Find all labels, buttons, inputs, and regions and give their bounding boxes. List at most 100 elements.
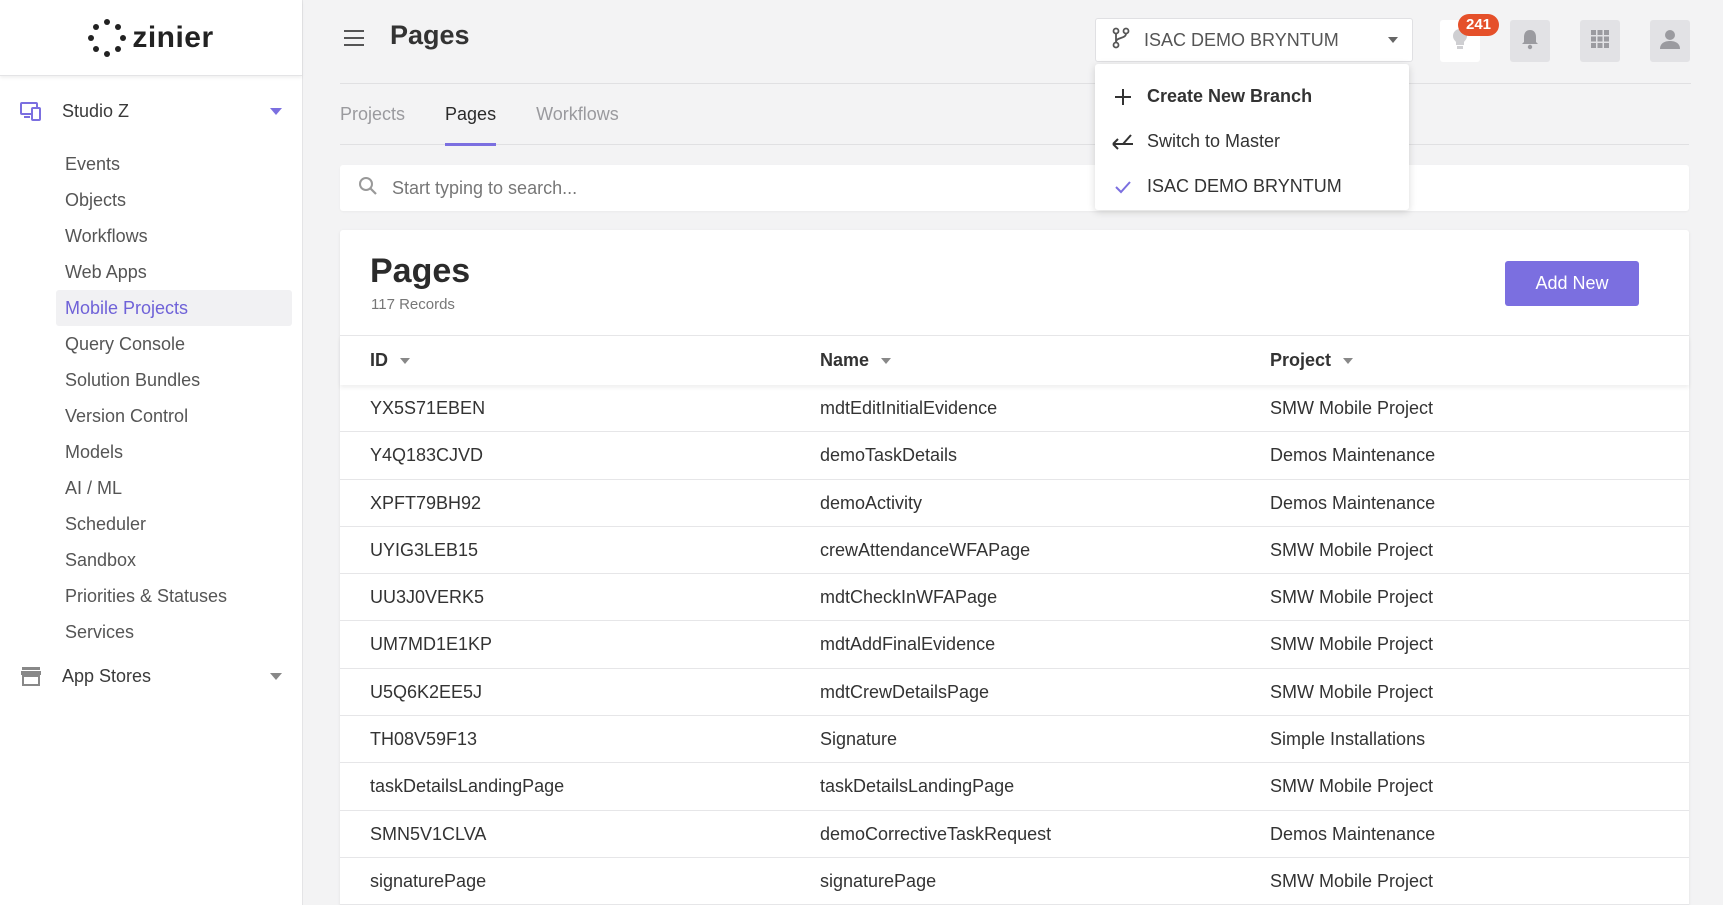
column-header-project[interactable]: Project bbox=[1270, 350, 1354, 371]
sidebar-item-events[interactable]: Events bbox=[56, 146, 292, 182]
tab-workflows[interactable]: Workflows bbox=[536, 84, 619, 145]
sidebar-item-workflows[interactable]: Workflows bbox=[56, 218, 292, 254]
table-row[interactable]: SMN5V1CLVA demoCorrectiveTaskRequest Demos… bbox=[340, 811, 1689, 858]
create-new-branch-item[interactable]: Create New Branch bbox=[1095, 74, 1409, 119]
sidebar-item-sandbox[interactable]: Sandbox bbox=[56, 542, 292, 578]
table-body: YX5S71EBEN mdtEditInitialEvidence SMW Mobi… bbox=[340, 385, 1689, 905]
zinier-logo-icon bbox=[88, 18, 127, 57]
check-icon bbox=[1111, 175, 1135, 199]
cell-id: TH08V59F13 bbox=[370, 729, 478, 750]
table-row[interactable]: XPFT79BH92 demoActivity Demos Maintenance bbox=[340, 480, 1689, 527]
table-row[interactable]: taskDetailsLandingPage taskDetailsLanding… bbox=[340, 763, 1689, 811]
card-title: Pages bbox=[370, 252, 471, 290]
sidebar-item-scheduler[interactable]: Scheduler bbox=[56, 506, 292, 542]
sidebar-item-priorities-statuses[interactable]: Priorities & Statuses bbox=[56, 578, 292, 614]
table-row[interactable]: UYIG3LEB15 crewAttendanceWFAPage SMW Mobil… bbox=[340, 527, 1689, 575]
merge-icon bbox=[1111, 130, 1135, 154]
chevron-down-icon bbox=[270, 672, 282, 680]
cell-name: demoActivity bbox=[820, 492, 923, 513]
sidebar-item-query-console[interactable]: Query Console bbox=[56, 326, 292, 362]
cell-project: SMW Mobile Project bbox=[1270, 539, 1434, 560]
git-branch-icon bbox=[1110, 27, 1132, 54]
grid-icon bbox=[1590, 29, 1610, 54]
table-row[interactable]: Y4Q183CJVD demoTaskDetails Demos Maintenan… bbox=[340, 432, 1689, 480]
cell-name: crewAttendanceWFAPage bbox=[820, 539, 1031, 560]
cell-name: taskDetailsLandingPage bbox=[820, 776, 1015, 797]
cell-id: U5Q6K2EE5J bbox=[370, 681, 483, 702]
cell-id: YX5S71EBEN bbox=[370, 398, 486, 418]
cell-name: demoCorrectiveTaskRequest bbox=[820, 823, 1052, 844]
notification-count-badge: 241 bbox=[1458, 14, 1500, 36]
studio-z-section[interactable]: Studio Z bbox=[0, 76, 302, 146]
plus-icon bbox=[1111, 85, 1135, 109]
cell-name: mdtCrewDetailsPage bbox=[820, 681, 990, 702]
current-branch-item[interactable]: ISAC DEMO BRYNTUM bbox=[1095, 164, 1409, 209]
sort-icon bbox=[400, 357, 410, 364]
record-count: 117 Records bbox=[371, 296, 455, 313]
sidebar-item-objects[interactable]: Objects bbox=[56, 182, 292, 218]
devices-icon bbox=[20, 101, 42, 121]
sidebar-item-solution-bundles[interactable]: Solution Bundles bbox=[56, 362, 292, 398]
cell-project: Demos Maintenance bbox=[1270, 445, 1436, 466]
tab-projects[interactable]: Projects bbox=[340, 84, 405, 145]
cell-project: Demos Maintenance bbox=[1270, 492, 1436, 513]
cell-project: SMW Mobile Project bbox=[1270, 587, 1434, 608]
cell-id: UM7MD1E1KP bbox=[370, 634, 493, 655]
table-row[interactable]: U5Q6K2EE5J mdtCrewDetailsPage SMW Mobile P… bbox=[340, 669, 1689, 717]
cell-id: XPFT79BH92 bbox=[370, 492, 482, 513]
table-header: ID Name Project bbox=[340, 335, 1689, 385]
user-profile-button[interactable] bbox=[1650, 20, 1690, 62]
cell-project: Demos Maintenance bbox=[1270, 823, 1436, 844]
sidebar-item-services[interactable]: Services bbox=[56, 614, 292, 650]
branch-select-value: ISAC DEMO BRYNTUM bbox=[1144, 29, 1339, 50]
switch-to-master-item[interactable]: Switch to Master bbox=[1095, 119, 1409, 164]
app-stores-section[interactable]: App Stores bbox=[0, 650, 302, 702]
sidebar-item-ai-ml[interactable]: AI / ML bbox=[56, 470, 292, 506]
table-row[interactable]: TH08V59F13 Signature Simple Installations bbox=[340, 716, 1689, 764]
avatar-icon bbox=[1659, 28, 1681, 55]
page-title: Pages bbox=[390, 20, 470, 50]
logo[interactable]: zinier bbox=[0, 0, 302, 76]
sidebar: zinier Studio Z Events Objects Workflows… bbox=[0, 0, 303, 905]
column-header-label: ID bbox=[370, 350, 388, 370]
search-icon bbox=[358, 176, 378, 201]
chevron-down-icon bbox=[1388, 37, 1398, 43]
apps-button[interactable] bbox=[1580, 20, 1620, 62]
table-row[interactable]: UM7MD1E1KP mdtAddFinalEvidence SMW Mobile … bbox=[340, 621, 1689, 669]
tabs: Projects Pages Workflows bbox=[340, 84, 1689, 146]
topbar: Pages ISAC DEMO BRYNTUM 241 bbox=[304, 0, 1723, 84]
branch-menu: Create New Branch Switch to Master ISAC … bbox=[1095, 64, 1409, 210]
cell-project: SMW Mobile Project bbox=[1270, 398, 1434, 418]
cell-project: SMW Mobile Project bbox=[1270, 681, 1434, 702]
cell-name: mdtEditInitialEvidence bbox=[820, 398, 998, 418]
cell-id: SMN5V1CLVA bbox=[370, 823, 487, 844]
tab-pages[interactable]: Pages bbox=[445, 84, 497, 146]
app-stores-label: App Stores bbox=[62, 665, 152, 686]
column-header-id[interactable]: ID bbox=[370, 350, 410, 371]
studio-z-label: Studio Z bbox=[62, 100, 130, 121]
sidebar-item-web-apps[interactable]: Web Apps bbox=[56, 254, 292, 290]
bell-icon bbox=[1520, 28, 1540, 55]
sidebar-item-version-control[interactable]: Version Control bbox=[56, 398, 292, 434]
column-header-name[interactable]: Name bbox=[820, 350, 892, 371]
cell-project: SMW Mobile Project bbox=[1270, 634, 1434, 655]
cell-project: SMW Mobile Project bbox=[1270, 870, 1434, 891]
table-row[interactable]: UU3J0VERK5 mdtCheckInWFAPage SMW Mobile Pr… bbox=[340, 574, 1689, 622]
cell-project: SMW Mobile Project bbox=[1270, 776, 1434, 797]
ideas-button[interactable]: 241 bbox=[1440, 14, 1500, 62]
table-row[interactable]: YX5S71EBEN mdtEditInitialEvidence SMW Mobi… bbox=[340, 385, 1689, 433]
branch-select[interactable]: ISAC DEMO BRYNTUM bbox=[1095, 18, 1413, 62]
studio-nav: Events Objects Workflows Web Apps Mobile… bbox=[0, 146, 302, 650]
sidebar-item-mobile-projects[interactable]: Mobile Projects bbox=[56, 290, 292, 326]
cell-name: mdtCheckInWFAPage bbox=[820, 587, 998, 608]
cell-id: taskDetailsLandingPage bbox=[370, 776, 565, 797]
menu-icon[interactable] bbox=[344, 30, 364, 46]
menu-item-label: ISAC DEMO BRYNTUM bbox=[1147, 176, 1342, 196]
sidebar-item-models[interactable]: Models bbox=[56, 434, 292, 470]
cell-id: UYIG3LEB15 bbox=[370, 539, 479, 560]
sort-icon bbox=[1343, 357, 1354, 364]
notifications-button[interactable] bbox=[1510, 20, 1550, 62]
add-new-button[interactable]: Add New bbox=[1505, 261, 1639, 306]
menu-item-label: Switch to Master bbox=[1147, 131, 1281, 151]
table-row[interactable]: signaturePage signaturePage SMW Mobile Pro… bbox=[340, 858, 1689, 905]
